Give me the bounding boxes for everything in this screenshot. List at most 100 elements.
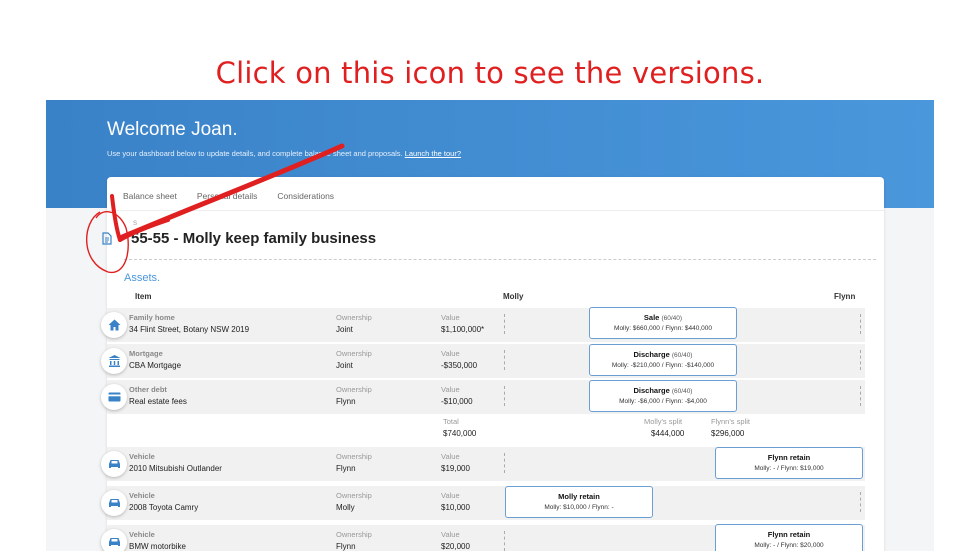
asset-category: Vehicle (129, 452, 155, 461)
asset-description: Real estate fees (129, 397, 187, 406)
bank-icon (101, 348, 127, 374)
asset-category: Family home (129, 313, 175, 322)
asset-category: Other debt (129, 385, 167, 394)
subtitle-text: Use your dashboard below to update detai… (107, 149, 403, 158)
tab-bar: Balance sheet Personal details Considera… (123, 191, 354, 201)
ownership-value: Flynn (336, 542, 356, 551)
asset-row[interactable]: Mortgage CBA Mortgage Ownership Joint Va… (101, 344, 865, 378)
ownership-value: Flynn (336, 397, 356, 406)
molly-split-value: $444,000 (651, 429, 685, 438)
launch-tour-link[interactable]: Launch the tour? (405, 149, 461, 158)
ownership-label: Ownership (336, 313, 372, 322)
tab-personal-details[interactable]: Personal details (197, 191, 257, 201)
split-title: Flynn retain (767, 530, 811, 539)
flynn-drag-handle[interactable] (860, 314, 861, 334)
split-title: Flynn retain (767, 453, 811, 462)
split-detail: Molly: - / Flynn: $19,000 (754, 465, 824, 472)
split-title: Discharge (633, 386, 670, 395)
value-label: Value (441, 452, 460, 461)
split-detail: Molly: - / Flynn: $20,000 (754, 542, 824, 549)
asset-category: Vehicle (129, 530, 155, 539)
split-detail: Molly: $10,000 / Flynn: - (544, 504, 614, 511)
flynn-split-value: $296,000 (711, 429, 745, 438)
asset-category: Mortgage (129, 349, 163, 358)
welcome-heading: Welcome Joan. (107, 119, 238, 140)
title-divider (124, 259, 876, 260)
split-detail: Molly: -$6,000 / Flynn: -$4,000 (619, 398, 707, 405)
car-icon (101, 529, 127, 551)
column-item: Item (135, 292, 152, 301)
molly-drag-handle[interactable] (504, 453, 505, 473)
molly-drag-handle[interactable] (504, 350, 505, 370)
value-label: Value (441, 491, 460, 500)
ownership-value: Joint (336, 361, 353, 370)
asset-description: 2010 Mitsubishi Outlander (129, 464, 222, 473)
tab-balance-sheet[interactable]: Balance sheet (123, 191, 177, 201)
asset-description: 34 Flint Street, Botany NSW 2019 (129, 325, 250, 334)
scenario-label: S (133, 221, 138, 227)
asset-value: -$350,000 (441, 361, 478, 370)
ownership-label: Ownership (336, 452, 372, 461)
split-title: Molly retain (558, 492, 600, 501)
asset-category: Vehicle (129, 491, 155, 500)
split-ratio: (60/40) (661, 315, 683, 322)
ownership-value: Molly (336, 503, 355, 512)
asset-value: $20,000 (441, 542, 470, 551)
flynn-split-label: Flynn's split (711, 417, 750, 426)
flynn-drag-handle[interactable] (860, 386, 861, 406)
split-ratio: (60/40) (671, 352, 693, 359)
asset-row[interactable]: Other debt Real estate fees Ownership Fl… (101, 380, 865, 414)
ownership-label: Ownership (336, 385, 372, 394)
flynn-drag-handle[interactable] (860, 492, 861, 512)
ownership-label: Ownership (336, 491, 372, 500)
total-value: $740,000 (443, 429, 477, 438)
split-detail: Molly: -$210,000 / Flynn: -$140,000 (611, 362, 715, 369)
asset-row[interactable]: Vehicle 2008 Toyota Camry Ownership Moll… (101, 486, 865, 520)
asset-value: -$10,000 (441, 397, 473, 406)
assets-section-label: Assets. (124, 272, 161, 284)
column-molly: Molly (503, 292, 524, 301)
ownership-label: Ownership (336, 530, 372, 539)
molly-split-label: Molly's split (644, 417, 683, 426)
value-label: Value (441, 349, 460, 358)
split-detail: Molly: $660,000 / Flynn: $440,000 (614, 325, 712, 332)
split-card[interactable]: Discharge (60/40) Molly: -$6,000 / Flynn… (589, 380, 737, 412)
column-flynn: Flynn (834, 292, 856, 301)
molly-drag-handle[interactable] (504, 314, 505, 334)
ownership-value: Joint (336, 325, 353, 334)
scenario-title: 55-55 - Molly keep family business (131, 230, 377, 247)
flynn-drag-handle[interactable] (860, 350, 861, 370)
total-label: Total (443, 417, 459, 426)
home-icon (101, 312, 127, 338)
asset-description: 2008 Toyota Camry (129, 503, 199, 512)
value-label: Value (441, 530, 460, 539)
ownership-label: Ownership (336, 349, 372, 358)
value-label: Value (441, 313, 460, 322)
molly-drag-handle[interactable] (504, 386, 505, 406)
tab-divider (107, 210, 884, 211)
split-card[interactable]: Flynn retain Molly: - / Flynn: $19,000 (715, 447, 863, 479)
split-card[interactable]: Sale (60/40) Molly: $660,000 / Flynn: $4… (589, 307, 737, 339)
car-icon (101, 451, 127, 477)
split-title: Sale (643, 313, 660, 322)
tab-considerations[interactable]: Considerations (277, 191, 334, 201)
asset-value: $1,100,000* (441, 325, 485, 334)
card-icon (101, 384, 127, 410)
ownership-value: Flynn (336, 464, 356, 473)
split-ratio: (60/40) (671, 388, 693, 395)
asset-description: BMW motorbike (129, 542, 186, 551)
asset-value: $19,000 (441, 464, 470, 473)
split-card[interactable]: Discharge (60/40) Molly: -$210,000 / Fly… (589, 344, 737, 376)
molly-drag-handle[interactable] (504, 531, 505, 551)
versions-icon[interactable] (101, 232, 113, 245)
split-card[interactable]: Flynn retain Molly: - / Flynn: $20,000 (715, 524, 863, 551)
car-icon (101, 490, 127, 516)
split-card[interactable]: Molly retain Molly: $10,000 / Flynn: - (505, 486, 653, 518)
asset-value: $10,000 (441, 503, 470, 512)
asset-description: CBA Mortgage (129, 361, 182, 370)
split-title: Discharge (633, 350, 670, 359)
value-label: Value (441, 385, 460, 394)
instruction-annotation: Click on this icon to see the versions. (215, 56, 765, 90)
welcome-subtitle: Use your dashboard below to update detai… (107, 149, 461, 158)
asset-row[interactable]: Family home 34 Flint Street, Botany NSW … (101, 308, 865, 342)
